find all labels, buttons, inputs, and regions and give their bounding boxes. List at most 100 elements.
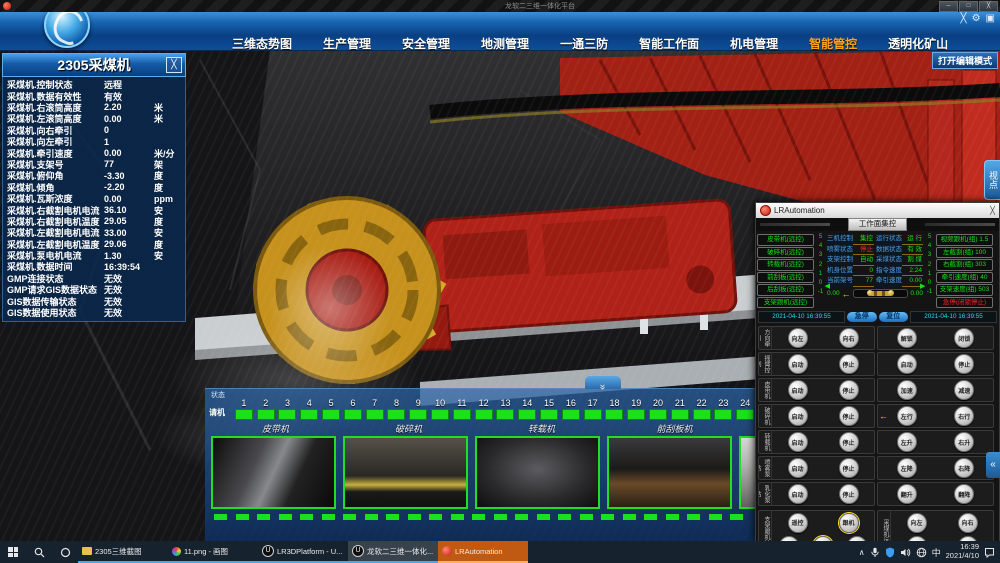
camera-feed-thumbnail[interactable] xyxy=(343,436,468,509)
clock[interactable]: 16:39 2021/4/10 xyxy=(946,543,979,560)
shearer-control-button[interactable]: 右降 xyxy=(954,458,974,478)
group-setting-button[interactable]: 急停(闭锁停止) xyxy=(936,297,993,309)
taskbar-app-button[interactable]: U LR3DPlatform - U... xyxy=(258,541,348,563)
workface-control-tab[interactable]: 工作面集控 xyxy=(848,218,908,231)
device-stop-button[interactable]: 停止 xyxy=(839,380,859,400)
open-edit-mode-button[interactable]: 打开编辑模式 xyxy=(932,52,998,69)
shearer-control-button[interactable]: 启动 xyxy=(897,354,917,374)
nav-item[interactable]: 透明化矿山 xyxy=(888,35,948,52)
position-slider-track[interactable] xyxy=(853,289,909,298)
shearer-control-button[interactable]: 闭锁 xyxy=(954,328,974,348)
remote-device-button[interactable]: 皮带机(远控) xyxy=(757,234,814,246)
device-stop-button[interactable]: 停止 xyxy=(839,458,859,478)
follow-on-button[interactable]: 跟机 xyxy=(839,513,859,533)
taskbar-app-button[interactable]: 11.png - 画图 xyxy=(168,541,258,563)
notification-center-icon[interactable] xyxy=(984,547,995,558)
lrautomation-close-icon[interactable]: ╳ xyxy=(990,206,995,215)
shearer-control-button[interactable]: 停止 xyxy=(954,354,974,374)
shield-icon[interactable] xyxy=(885,547,895,558)
device-start-button[interactable]: 启动 xyxy=(788,432,808,452)
group-setting-button[interactable]: 视频跟机(组) 1.5 xyxy=(936,234,993,246)
nav-item[interactable]: 机电管理 xyxy=(730,35,778,52)
viewpoint-tab[interactable]: 视点 xyxy=(984,160,1000,200)
support-indicator: 19 xyxy=(625,398,647,420)
device-start-button[interactable]: 启动 xyxy=(788,458,808,478)
shearer-control-button[interactable]: 左降 xyxy=(897,458,917,478)
taskbar-app-button[interactable]: LRAutomation xyxy=(438,541,528,563)
maximize-button[interactable]: □ xyxy=(959,1,978,12)
group-setting-button[interactable]: 支架速度(组) 503 xyxy=(936,284,993,296)
estop-pill-button[interactable]: 急停 xyxy=(847,312,877,322)
shearer-control-button[interactable]: 翻降 xyxy=(954,484,974,504)
remote-device-button[interactable]: 转载机(远控) xyxy=(757,259,814,271)
shearer-control-button[interactable]: 右行 xyxy=(954,406,974,426)
restore-icon[interactable]: ▣ xyxy=(986,13,995,24)
shearer-control-button[interactable]: 翻升 xyxy=(897,484,917,504)
timestamp-left: 2021-04-10 16:39:55 xyxy=(758,311,845,323)
device-stop-button[interactable]: 停止 xyxy=(839,484,859,504)
collapse-side-tab[interactable]: « xyxy=(986,452,1000,478)
lower-status-led xyxy=(730,514,743,520)
shearer-control-button[interactable]: 左升 xyxy=(897,432,917,452)
tools-icon[interactable]: ╳ xyxy=(961,13,967,24)
window-titlebar: 龙软二三维一体化平台 ─ □ ╳ xyxy=(0,0,1000,12)
remote-device-button[interactable]: 破碎机(远控) xyxy=(757,247,814,259)
search-button[interactable] xyxy=(26,541,52,563)
camera-feed-thumbnail[interactable] xyxy=(211,436,336,509)
nav-item[interactable]: 安全管理 xyxy=(402,35,450,52)
support-number: 20 xyxy=(653,398,663,408)
device-start-button[interactable]: 启动 xyxy=(788,484,808,504)
taskbar-app-button[interactable]: 2305三维截图 xyxy=(78,541,168,563)
collapse-panel-button[interactable]: « xyxy=(585,376,621,389)
camera-feed-thumbnail[interactable] xyxy=(607,436,732,509)
device-stop-button[interactable]: 停止 xyxy=(839,432,859,452)
hidden-icons-chevron[interactable]: ∧ xyxy=(859,548,865,557)
start-button[interactable] xyxy=(0,541,26,563)
cortana-button[interactable] xyxy=(52,541,78,563)
group-setting-button[interactable]: 左截割(组) 100 xyxy=(936,247,993,259)
device-start-button[interactable]: 向左 xyxy=(788,328,808,348)
move-right-button[interactable]: 向右 xyxy=(958,513,978,533)
follow-mode-button[interactable]: 遥控 xyxy=(788,513,808,533)
nav-item[interactable]: 地测管理 xyxy=(481,35,529,52)
taskbar-app-button[interactable]: U 龙软二三维一体化... xyxy=(348,541,438,563)
nav-item[interactable]: 三维态势图 xyxy=(232,35,292,52)
shearer-control-button[interactable]: 左行 xyxy=(897,406,917,426)
status-value: 0 xyxy=(853,266,874,277)
remote-device-button[interactable]: 前刮板(远控) xyxy=(757,272,814,284)
support-number: 22 xyxy=(697,398,707,408)
camera-feed-thumbnail[interactable] xyxy=(475,436,600,509)
close-button[interactable]: ╳ xyxy=(979,1,998,12)
clock-date: 2021/4/10 xyxy=(946,552,979,561)
ime-indicator[interactable]: 中 xyxy=(932,546,941,559)
remote-device-button[interactable]: 后刮板(远控) xyxy=(757,284,814,296)
status-value: 77 xyxy=(853,276,874,287)
shearer-control-button[interactable]: 右升 xyxy=(954,432,974,452)
device-start-button[interactable]: 启动 xyxy=(788,380,808,400)
position-slider-row: 0.00 ← 0.00 xyxy=(827,287,923,301)
device-start-button[interactable]: 启动 xyxy=(788,354,808,374)
nav-item[interactable]: 智能工作面 xyxy=(639,35,699,52)
device-start-button[interactable]: 启动 xyxy=(788,406,808,426)
shearer-control-button[interactable]: 解锁 xyxy=(897,328,917,348)
speaker-icon[interactable] xyxy=(900,547,911,558)
remote-device-button[interactable]: 支架跟机(远控) xyxy=(757,297,814,309)
gear-icon[interactable]: ⚙ xyxy=(972,13,981,24)
device-stop-button[interactable]: 停止 xyxy=(839,406,859,426)
device-stop-button[interactable]: 停止 xyxy=(839,354,859,374)
nav-item[interactable]: 一通三防 xyxy=(560,35,608,52)
nav-item[interactable]: 智能管控 xyxy=(809,35,857,52)
device-stop-button[interactable]: 向右 xyxy=(839,328,859,348)
minimize-button[interactable]: ─ xyxy=(939,1,958,12)
nav-item[interactable]: 生产管理 xyxy=(323,35,371,52)
shearer-panel-close-icon[interactable]: ╳ xyxy=(166,57,182,73)
support-number: 8 xyxy=(394,398,399,408)
microphone-icon[interactable] xyxy=(870,547,880,558)
group-setting-button[interactable]: 右截割(组) 303 xyxy=(936,259,993,271)
network-globe-icon[interactable] xyxy=(916,547,927,558)
reset-pill-button[interactable]: 复位 xyxy=(879,312,909,322)
shearer-control-button[interactable]: 加速 xyxy=(897,380,917,400)
group-setting-button[interactable]: 牵引速度(组) 40 xyxy=(936,272,993,284)
shearer-control-button[interactable]: 减速 xyxy=(954,380,974,400)
move-left-button[interactable]: 向左 xyxy=(907,513,927,533)
